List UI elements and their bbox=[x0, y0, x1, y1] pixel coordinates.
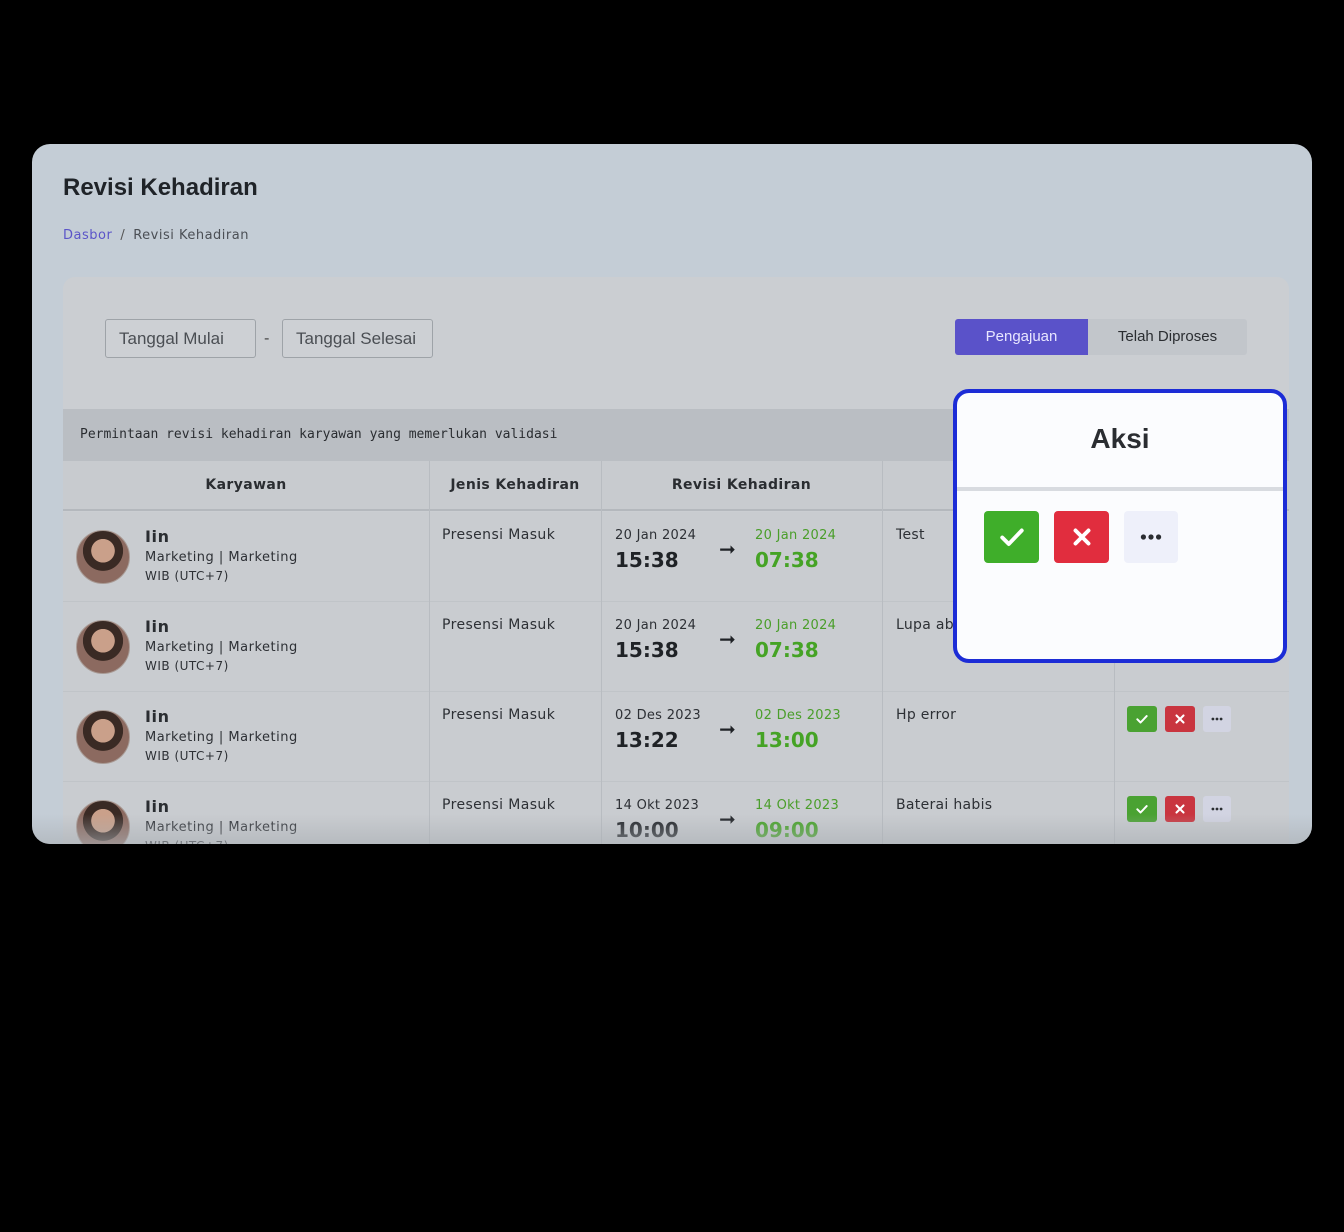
check-icon bbox=[1136, 715, 1148, 724]
arrow-right-icon: ➞ bbox=[719, 537, 736, 561]
reject-button[interactable] bbox=[1054, 511, 1109, 563]
original-time: 15:38 bbox=[615, 548, 679, 572]
employee-name[interactable]: Iin bbox=[145, 617, 170, 636]
status-tabs: Pengajuan Telah Diproses bbox=[955, 319, 1247, 355]
revision-reason: Test bbox=[896, 527, 925, 543]
original-date: 14 Okt 2023 bbox=[615, 798, 700, 813]
employee-timezone: WIB (UTC+7) bbox=[145, 749, 229, 763]
zoom-divider bbox=[957, 487, 1283, 491]
breadcrumb: Dasbor / Revisi Kehadiran bbox=[63, 228, 249, 243]
arrow-right-icon: ➞ bbox=[719, 627, 736, 651]
approve-button[interactable] bbox=[1127, 706, 1157, 732]
attendance-type: Presensi Masuk bbox=[442, 797, 556, 813]
revised-time: 07:38 bbox=[755, 548, 819, 572]
row-actions bbox=[1127, 706, 1231, 732]
revised-date: 20 Jan 2024 bbox=[755, 528, 837, 543]
close-icon bbox=[1073, 528, 1090, 546]
avatar bbox=[76, 710, 130, 764]
start-date-input[interactable]: Tanggal Mulai bbox=[105, 319, 256, 358]
avatar bbox=[76, 530, 130, 584]
revised-time: 07:38 bbox=[755, 638, 819, 662]
reject-button[interactable] bbox=[1165, 706, 1195, 732]
more-options-button[interactable] bbox=[1203, 706, 1231, 732]
tab-telah-diproses[interactable]: Telah Diproses bbox=[1088, 319, 1247, 355]
employee-timezone: WIB (UTC+7) bbox=[145, 569, 229, 583]
page-title: Revisi Kehadiran bbox=[63, 174, 258, 201]
original-date: 20 Jan 2024 bbox=[615, 618, 697, 633]
revision-reason: Baterai habis bbox=[896, 797, 993, 813]
revision-reason: Hp error bbox=[896, 707, 957, 723]
original-date: 20 Jan 2024 bbox=[615, 528, 697, 543]
actions-zoom-callout: Aksi bbox=[953, 389, 1287, 663]
attendance-type: Presensi Masuk bbox=[442, 527, 556, 543]
more-dots-icon bbox=[1140, 534, 1162, 540]
employee-timezone: WIB (UTC+7) bbox=[145, 659, 229, 673]
more-dots-icon bbox=[1211, 717, 1223, 721]
approve-button[interactable] bbox=[984, 511, 1039, 563]
zoom-action-group bbox=[984, 511, 1178, 563]
breadcrumb-home-link[interactable]: Dasbor bbox=[63, 228, 112, 243]
close-icon bbox=[1175, 714, 1185, 724]
original-time: 15:38 bbox=[615, 638, 679, 662]
employee-name[interactable]: Iin bbox=[145, 527, 170, 546]
revised-date: 14 Okt 2023 bbox=[755, 798, 840, 813]
more-options-button[interactable] bbox=[1124, 511, 1178, 563]
revised-date: 02 Des 2023 bbox=[755, 708, 841, 723]
arrow-right-icon: ➞ bbox=[719, 717, 736, 741]
check-icon bbox=[999, 528, 1024, 546]
original-date: 02 Des 2023 bbox=[615, 708, 701, 723]
original-time: 13:22 bbox=[615, 728, 679, 752]
column-divider bbox=[601, 461, 602, 844]
employee-department: Marketing | Marketing bbox=[145, 730, 298, 745]
revised-time: 13:00 bbox=[755, 728, 819, 752]
column-divider bbox=[429, 461, 430, 844]
zoom-title: Aksi bbox=[1090, 423, 1150, 454]
employee-department: Marketing | Marketing bbox=[145, 640, 298, 655]
attendance-type: Presensi Masuk bbox=[442, 707, 556, 723]
end-date-input[interactable]: Tanggal Selesai bbox=[282, 319, 433, 358]
breadcrumb-current: Revisi Kehadiran bbox=[133, 228, 249, 243]
attendance-type: Presensi Masuk bbox=[442, 617, 556, 633]
bottom-fade bbox=[32, 814, 1312, 844]
employee-name[interactable]: Iin bbox=[145, 707, 170, 726]
column-divider bbox=[882, 461, 883, 844]
header-jenis-kehadiran: Jenis Kehadiran bbox=[450, 477, 580, 493]
date-range-separator: - bbox=[264, 329, 270, 347]
header-revisi-kehadiran: Revisi Kehadiran bbox=[671, 477, 812, 493]
revised-date: 20 Jan 2024 bbox=[755, 618, 837, 633]
tab-pengajuan[interactable]: Pengajuan bbox=[955, 319, 1088, 355]
header-karyawan: Karyawan bbox=[205, 477, 287, 493]
avatar bbox=[76, 620, 130, 674]
employee-department: Marketing | Marketing bbox=[145, 550, 298, 565]
revision-reason: Lupa ab bbox=[896, 617, 954, 633]
table-row: Iin Marketing | Marketing WIB (UTC+7) Prese… bbox=[63, 692, 1289, 782]
breadcrumb-separator: / bbox=[120, 228, 126, 243]
